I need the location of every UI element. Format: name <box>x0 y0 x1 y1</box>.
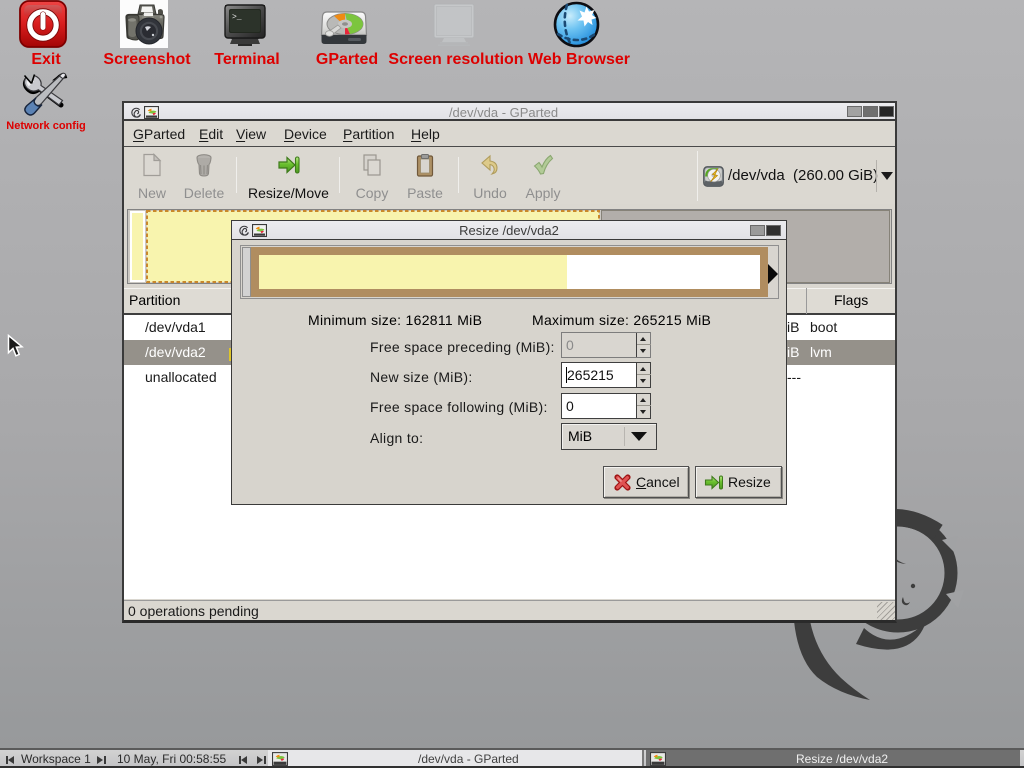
svg-text:>_: >_ <box>232 13 242 22</box>
